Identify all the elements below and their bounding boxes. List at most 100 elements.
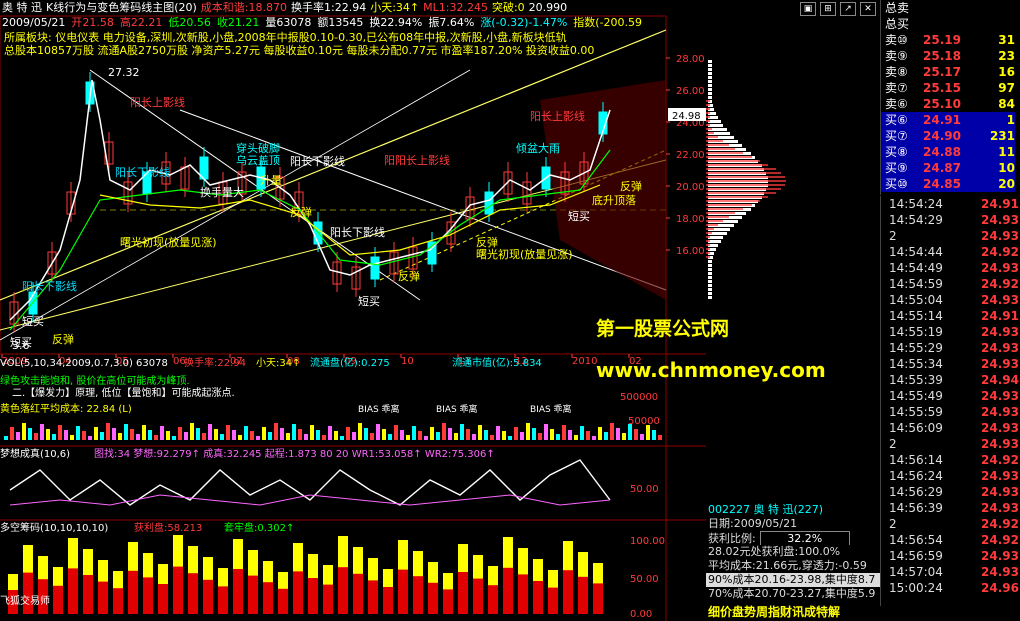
volume-bar xyxy=(466,429,470,440)
chip-bar-profit xyxy=(533,581,543,614)
bid-row[interactable]: 买⑧ 24.88 11 xyxy=(881,144,1020,160)
month-tick: 2010 xyxy=(572,356,597,367)
volume-bar xyxy=(580,426,584,440)
volume-bar xyxy=(10,427,14,440)
window-icon[interactable]: ▣ xyxy=(800,2,816,16)
volume-bar xyxy=(424,436,428,440)
volume-bar xyxy=(256,436,260,440)
profile-bar-red xyxy=(706,244,710,246)
profile-bar xyxy=(708,92,712,95)
volume-bar xyxy=(334,431,338,440)
profile-bar-red xyxy=(706,196,768,198)
volume-bar xyxy=(406,435,410,440)
tick-list[interactable]: 14:54:24 24.91 14:54:29 24.93 2 24.93 14:54:44… xyxy=(880,196,1020,606)
arrow-icon[interactable]: ↗ xyxy=(840,2,856,16)
bid-qty: 11 xyxy=(975,144,1015,160)
ask-row[interactable]: 卖⑥ 25.10 84 xyxy=(881,96,1020,112)
svg-text:50.00: 50.00 xyxy=(630,574,659,585)
profile-bar xyxy=(708,60,712,63)
volume-bar xyxy=(538,433,542,440)
profile-bar xyxy=(708,264,712,267)
volume-bar xyxy=(148,430,152,440)
profile-bar-red xyxy=(706,184,785,186)
volume-bar xyxy=(640,434,644,440)
ask-row[interactable]: 卖⑩ 25.19 31 xyxy=(881,32,1020,48)
svg-text:100.00: 100.00 xyxy=(630,536,665,547)
tick-price: 24.93 xyxy=(981,565,1019,579)
volume-bar xyxy=(70,435,74,440)
volume-bar xyxy=(88,436,92,440)
tick-price: 24.93 xyxy=(981,405,1019,419)
chip-header: 多空筹码(10,10,10,10) xyxy=(0,521,108,534)
svg-text:绿色攻击能饱和, 股价在高位可能成为峰顶.: 绿色攻击能饱和, 股价在高位可能成为峰顶. xyxy=(0,374,190,387)
volume-bar xyxy=(136,434,140,440)
chip-bar-profit xyxy=(113,588,123,614)
ask-qty: 16 xyxy=(998,65,1015,79)
profile-bar xyxy=(708,276,712,279)
ask-row[interactable]: 卖⑨ 25.18 23 xyxy=(881,48,1020,64)
bid-qty: 231 xyxy=(975,128,1015,144)
bid-row[interactable]: 买⑨ 24.87 10 xyxy=(881,160,1020,176)
volume-bar xyxy=(166,431,170,440)
chip-bar-profit xyxy=(473,578,483,614)
svg-text:阳长下影线: 阳长下影线 xyxy=(290,154,345,168)
profile-bar-red xyxy=(706,216,729,218)
bottom-tabs[interactable]: 细价盘势周指财讯成特解 xyxy=(706,604,886,621)
bid-row[interactable]: 买⑩ 24.85 20 xyxy=(881,176,1020,192)
ask-level: 卖⑩ xyxy=(885,33,908,47)
profile-bar-red xyxy=(706,156,752,158)
tick-price: 24.93 xyxy=(981,501,1019,515)
tick-row: 14:55:04 24.93 xyxy=(881,292,1020,308)
volume-bar xyxy=(442,423,446,440)
volume-bar xyxy=(226,425,230,440)
tick-row: 14:56:59 24.93 xyxy=(881,548,1020,564)
tick-row: 14:56:09 24.93 xyxy=(881,420,1020,436)
tool-icon[interactable]: ✕ xyxy=(860,2,876,16)
ask-level: 卖⑥ xyxy=(885,97,908,111)
bid-price: 24.85 xyxy=(923,176,975,192)
annotation: 反弹 xyxy=(52,332,74,346)
tick-price: 24.91 xyxy=(981,309,1019,323)
price-tick: 18.00 xyxy=(676,214,705,225)
ask-row[interactable]: 卖⑦ 25.15 97 xyxy=(881,80,1020,96)
volume-bar xyxy=(352,432,356,440)
ask-qty: 31 xyxy=(998,33,1015,47)
current-price-label: 24.98 xyxy=(672,111,701,122)
volume-bar xyxy=(262,427,266,440)
chip-bar-profit xyxy=(308,578,318,614)
chip-bar-profit xyxy=(413,576,423,614)
volume-bar xyxy=(22,423,26,440)
profile-bar-red xyxy=(706,252,710,254)
tick-time: 14:54:29 xyxy=(889,213,943,227)
tick-price: 24.96 xyxy=(981,581,1019,595)
profile-bar-red xyxy=(706,148,735,150)
chip-bar-profit xyxy=(428,582,438,614)
volume-bar xyxy=(418,431,422,440)
ask-row[interactable]: 卖⑧ 25.17 16 xyxy=(881,64,1020,80)
stock-name: 奥 特 迅 xyxy=(2,1,42,14)
volume-bar xyxy=(196,428,200,440)
tick-row: 14:55:59 24.93 xyxy=(881,404,1020,420)
price-tick: 28.00 xyxy=(676,54,705,65)
volume-bar xyxy=(604,432,608,440)
kline-chart-area[interactable]: 阳长上影线 阳长下影线 阳长下影线 短买 反弹 短买 穿头破脚 乌云盖顶 曙光初… xyxy=(0,0,706,621)
chip-bar-profit xyxy=(68,568,78,614)
volume-bar xyxy=(28,428,32,440)
profile-bar xyxy=(708,124,723,127)
volume-bar xyxy=(190,423,194,440)
tick-price: 24.93 xyxy=(981,357,1019,371)
tick-time: 2 xyxy=(889,517,897,531)
vol-header: VOL(5,10,34,2009,0.7,3.0) 63078 xyxy=(0,358,168,369)
total-sell-label: 总卖 xyxy=(885,1,910,15)
bid-row[interactable]: 买⑦ 24.90 231 xyxy=(881,128,1020,144)
tick-time: 14:56:39 xyxy=(889,501,943,515)
dream-header: 梦想成真(10,6) xyxy=(0,447,70,460)
ask-price: 25.10 xyxy=(923,97,961,111)
bid-row[interactable]: 买⑥ 24.91 1 xyxy=(881,112,1020,128)
zoom-icon[interactable]: ⊞ xyxy=(820,2,836,16)
volume-bar xyxy=(160,426,164,440)
volume-bar xyxy=(214,429,218,440)
volume-bar xyxy=(544,424,548,440)
profile-bar xyxy=(708,260,712,263)
chip-bar-profit xyxy=(98,581,108,614)
